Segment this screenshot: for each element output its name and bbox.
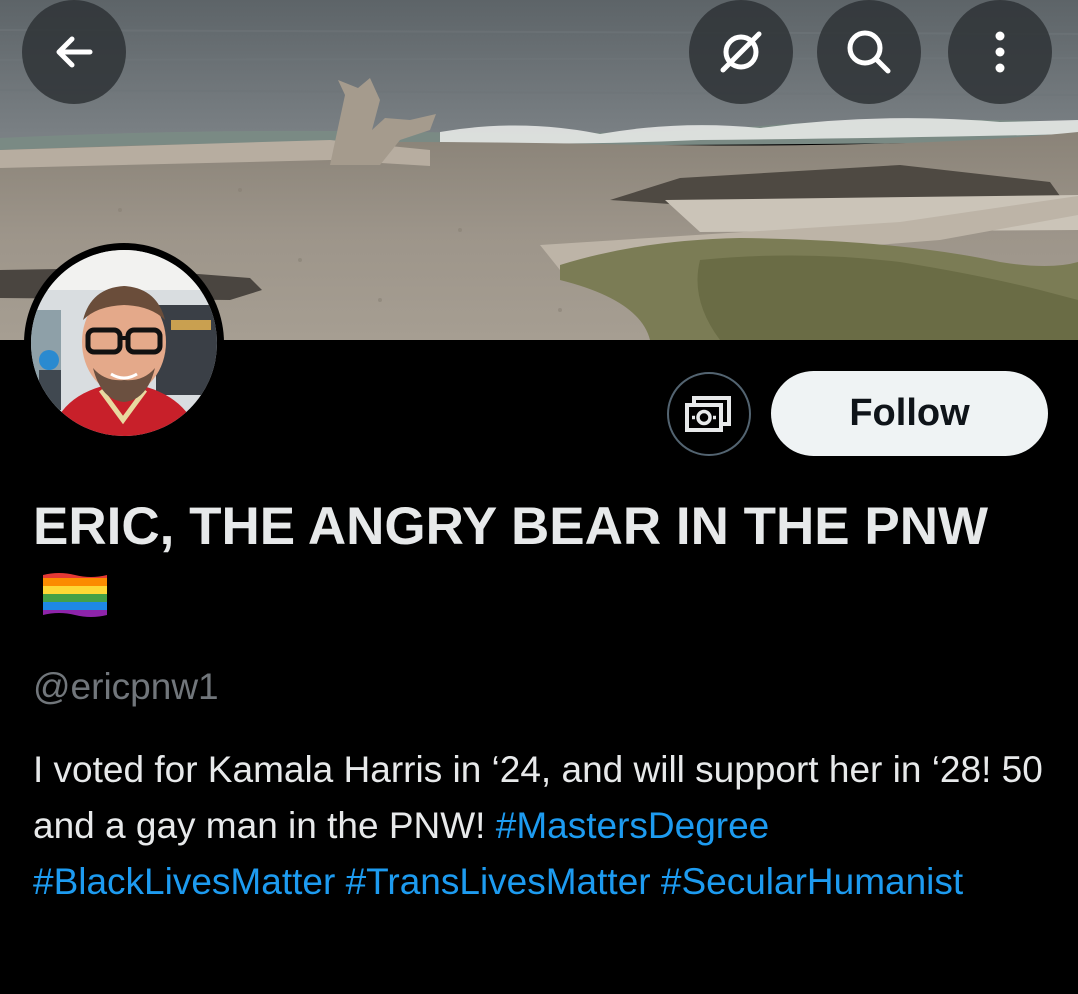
subscribe-button[interactable] bbox=[667, 372, 751, 456]
display-name: ERIC, THE ANGRY BEAR IN THE PNW bbox=[33, 492, 1033, 639]
more-vertical-icon bbox=[995, 31, 1005, 73]
grok-slash-icon bbox=[720, 31, 762, 73]
hashtag-link[interactable]: #TransLivesMatter bbox=[346, 861, 651, 902]
money-subscribe-icon bbox=[685, 396, 731, 432]
search-icon bbox=[847, 30, 891, 74]
rainbow-flag-icon bbox=[41, 569, 109, 639]
arrow-left-icon bbox=[56, 36, 93, 68]
hashtag-link[interactable]: #SecularHumanist bbox=[661, 861, 963, 902]
avatar[interactable] bbox=[24, 243, 224, 443]
hashtag-link[interactable]: #MastersDegree bbox=[496, 805, 770, 846]
profile-bio: I voted for Kamala Harris in ‘24, and wi… bbox=[33, 742, 1053, 910]
profile-handle: @ericpnw1 bbox=[33, 666, 219, 707]
hashtag-link[interactable]: #BlackLivesMatter bbox=[33, 861, 335, 902]
profile-page: Follow ERIC, THE ANGRY BEAR IN THE PNW @… bbox=[0, 0, 1078, 994]
follow-button[interactable]: Follow bbox=[771, 371, 1048, 456]
display-name-text: ERIC, THE ANGRY BEAR IN THE PNW bbox=[33, 497, 989, 556]
grok-button[interactable] bbox=[689, 0, 793, 104]
search-button[interactable] bbox=[817, 0, 921, 104]
more-button[interactable] bbox=[948, 0, 1052, 104]
avatar-photo bbox=[31, 250, 217, 436]
back-button[interactable] bbox=[22, 0, 126, 104]
